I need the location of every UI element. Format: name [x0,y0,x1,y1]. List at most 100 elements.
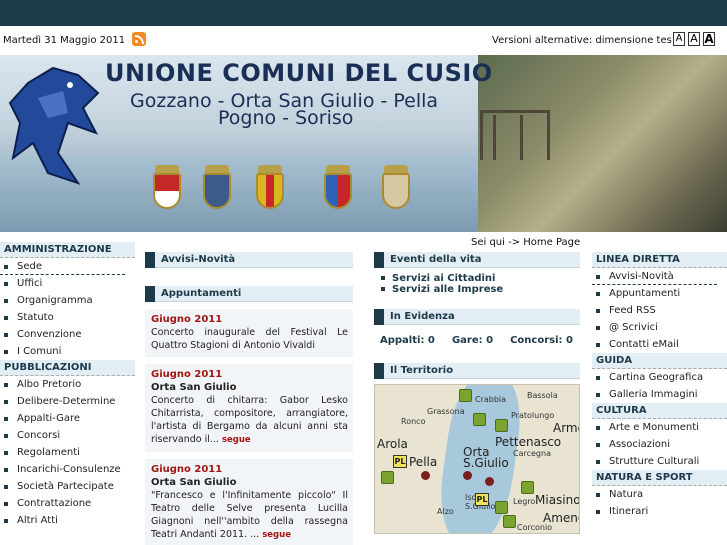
font-size-small-button[interactable]: A [673,32,685,46]
map-label: Armeno [553,421,579,435]
info-bar: Martedì 31 Maggio 2011 Versioni alternat… [0,26,727,55]
territory-header: Il Territorio [374,363,580,379]
appointment-item[interactable]: Giugno 2011 Orta San Giulio "Francesco e… [145,459,353,545]
appointment-location: Orta San Giulio [151,477,237,488]
count-concorsi[interactable]: Concorsi: 0 [510,335,573,346]
section-guida: GUIDA [592,353,727,369]
section-amministrazione: AMMINISTRAZIONE [0,242,135,258]
sidebar-item-contrattazione[interactable]: Contrattazione [0,495,135,512]
evidence-header: In Evidenza [374,309,580,325]
more-link[interactable]: segue [262,530,291,540]
parking-icon[interactable]: PL [475,493,489,506]
sidebar-item-organigramma[interactable]: Organigramma [0,292,135,309]
section-linea-diretta: LINEA DIRETTA [592,252,727,268]
sidebar-item-itinerari[interactable]: Itinerari [592,503,727,520]
map-label: Pella [409,455,438,469]
sidebar-item-sede[interactable]: Sede [0,258,125,275]
map-poi-icon[interactable] [503,515,516,528]
appointment-date: Giugno 2011 [151,464,223,475]
left-sidebar: AMMINISTRAZIONE Sede Uffici Organigramma… [0,236,135,545]
map-poi-icon[interactable] [381,471,394,484]
sidebar-item-concorsi[interactable]: Concorsi [0,427,135,444]
sidebar-item-statuto[interactable]: Statuto [0,309,135,326]
events-header: Eventi della vita [374,252,580,268]
sidebar-item-altri-atti[interactable]: Altri Atti [0,512,135,529]
header-banner: UNIONE COMUNI DEL CUSIO Gozzano - Orta S… [0,55,727,232]
count-appalti[interactable]: Appalti: 0 [380,335,435,346]
appointment-date: Giugno 2011 [151,369,223,380]
map-label: Legro [513,497,536,506]
map-label: Grassona [427,407,465,416]
map-marker-icon[interactable] [421,471,430,480]
map-label: Arola [377,437,408,451]
sidebar-item-albo-pretorio[interactable]: Albo Pretorio [0,376,135,393]
sidebar-item-arte[interactable]: Arte e Monumenti [592,419,727,436]
appointments-header[interactable]: Appuntamenti [145,286,353,302]
map-label: Ronco [401,417,426,426]
appointment-item[interactable]: Giugno 2011 Concerto inaugurale del Fest… [145,309,353,357]
news-column: Avvisi-Novità Appuntamenti Giugno 2011 C… [145,236,353,545]
map-poi-icon[interactable] [495,419,508,432]
map-label: Pettenasco [495,435,562,449]
map-label: Alzo [437,507,454,516]
sidebar-item-uffici[interactable]: Uffici [0,275,135,292]
top-bar [0,0,727,26]
font-size-large-button[interactable]: A [703,32,715,46]
sidebar-item-i-comuni[interactable]: I Comuni [0,343,135,360]
appointment-item[interactable]: Giugno 2011 Orta San Giulio Concerto di … [145,364,353,452]
map-label: Orta S.Giulio [463,445,509,470]
events-column: Eventi della vita Servizi ai Cittadini S… [374,236,580,534]
sidebar-item-incarichi[interactable]: Incarichi-Consulenze [0,461,135,478]
events-link-cittadini[interactable]: Servizi ai Cittadini [374,273,580,284]
territory-map[interactable]: Crabbia Bassola Ronco Grassona Pratolung… [374,384,580,534]
map-label: Carcegna [513,449,551,458]
parking-icon[interactable]: PL [393,455,407,468]
map-label: Crabbia [475,395,507,404]
map-marker-icon[interactable] [463,471,472,480]
sidebar-item-scrivici[interactable]: @ Scrivici [592,319,727,336]
sidebar-item-appuntamenti[interactable]: Appuntamenti [592,285,727,302]
map-poi-icon[interactable] [495,501,508,514]
map-poi-icon[interactable] [459,389,472,402]
events-link-imprese[interactable]: Servizi alle Imprese [374,284,580,295]
current-date: Martedì 31 Maggio 2011 [3,35,126,46]
sidebar-item-delibere[interactable]: Delibere-Determine [0,393,135,410]
sidebar-item-societa[interactable]: Società Partecipate [0,478,135,495]
map-label: Corconio [517,523,553,532]
evidence-counts: Appalti: 0 Gare: 0 Concorsi: 0 [374,325,580,346]
alt-versions-label: Versioni alternative: dimensione testo [492,35,672,46]
font-size-medium-button[interactable]: A [688,32,700,46]
news-header[interactable]: Avvisi-Novità [145,252,353,268]
map-poi-icon[interactable] [521,481,534,494]
sidebar-item-feed-rss[interactable]: Feed RSS [592,302,727,319]
sidebar-item-contatti[interactable]: Contatti eMail [592,336,727,353]
sidebar-item-regolamenti[interactable]: Regolamenti [0,444,135,461]
section-cultura: CULTURA [592,403,727,419]
map-poi-icon[interactable] [473,413,486,426]
dragon-logo-icon[interactable] [8,63,103,193]
sidebar-item-convenzione[interactable]: Convenzione [0,326,135,343]
sidebar-item-avvisi[interactable]: Avvisi-Novità [592,268,717,285]
sidebar-item-cartina[interactable]: Cartina Geografica [592,369,727,386]
crest-soriso-icon[interactable] [376,165,416,221]
pier-image [480,110,550,160]
rss-icon[interactable] [132,32,146,46]
map-marker-icon[interactable] [485,477,494,486]
site-subtitle-line2: Pogno - Soriso [218,107,354,129]
appointment-location: Orta San Giulio [151,382,237,393]
sidebar-item-appalti-gare[interactable]: Appalti-Gare [0,410,135,427]
sidebar-item-strutture[interactable]: Strutture Culturali [592,453,727,470]
sidebar-item-galleria[interactable]: Galleria Immagini [592,386,727,403]
sidebar-item-associazioni[interactable]: Associazioni [592,436,727,453]
more-link[interactable]: segue [222,435,251,445]
crest-gozzano-icon[interactable] [147,165,187,221]
crest-pogno-icon[interactable] [318,165,358,221]
right-sidebar: LINEA DIRETTA Avvisi-Novità Appuntamenti… [592,236,727,545]
section-pubblicazioni: PUBBLICAZIONI [0,360,135,376]
sidebar-item-natura[interactable]: Natura [592,486,727,503]
section-natura-sport: NATURA E SPORT [592,470,727,486]
count-gare[interactable]: Gare: 0 [452,335,493,346]
crest-orta-icon[interactable] [197,165,237,221]
crest-pella-icon[interactable] [250,165,290,221]
appointment-text: Concerto inaugurale del Festival Le Quat… [151,327,348,351]
